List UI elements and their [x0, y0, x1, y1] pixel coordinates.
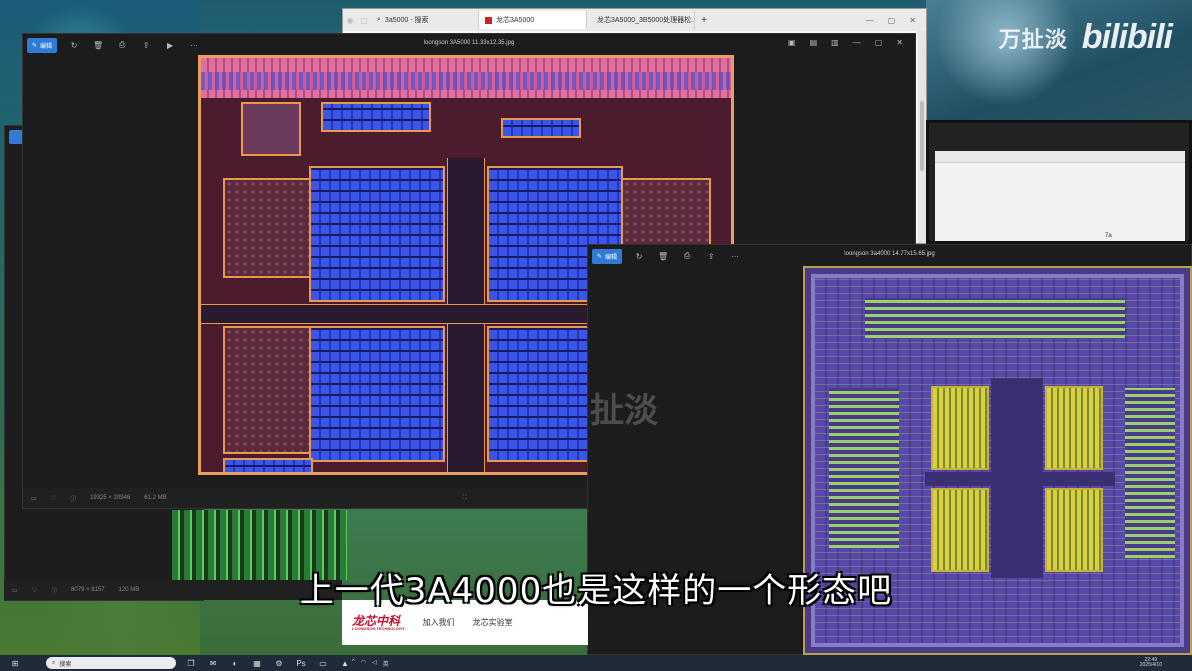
folder-icon[interactable]: ▥ [831, 38, 839, 47]
edge-icon[interactable]: ◐ [228, 657, 242, 669]
join-us-link[interactable]: 加入我们 [423, 617, 455, 628]
volume-icon[interactable]: ◁ [372, 659, 377, 668]
maximize-icon[interactable]: ▢ [888, 16, 896, 25]
tab-actions-icon[interactable]: ▢ [357, 13, 371, 27]
photos-icon[interactable]: ▲ [338, 657, 352, 669]
delete-icon[interactable]: 🗑 [656, 249, 670, 263]
system-tray: ^ ◠ ◁ 英 [352, 659, 389, 668]
info-icon[interactable]: ⓘ [70, 494, 76, 503]
album-icon[interactable]: ▣ [788, 38, 796, 47]
rotate-icon[interactable]: ↻ [67, 38, 81, 52]
wifi-icon[interactable]: ◠ [361, 659, 366, 668]
tab-label: 3a5000 - 搜索 [384, 17, 429, 24]
input-language[interactable]: 英 [383, 659, 389, 668]
uploader-name: 万扯淡 [998, 26, 1068, 52]
clock-date: 2025/4/10 [1139, 662, 1162, 668]
tab-label: 龙芯3A5000_3B5000处理器松... [597, 17, 695, 24]
address-text: 7a [1105, 233, 1112, 239]
browser-tab-strip: ◉ ▢ ⌕ 3a5000 - 搜索 龙芯3A5000 龙芯3A5000_3B50… [343, 9, 926, 31]
maximize-icon[interactable]: ▢ [875, 38, 883, 47]
viewer-title: loongson 3A5000 11.33x12.35.jpg [423, 40, 515, 46]
edit-button[interactable]: ✎ 编辑 [592, 248, 623, 264]
image-dimensions: 19325 × 20946 [90, 495, 131, 501]
tab-loongson[interactable]: 龙芯3A5000 [479, 11, 587, 29]
share-icon[interactable]: ⇪ [704, 249, 718, 263]
file-explorer-icon[interactable]: ▭ [316, 657, 330, 669]
nested-window-content: 7a [935, 151, 1185, 241]
viewer-status-bar: ▭ ♡ ⓘ 19325 × 20946 61.2 MB ⛶ [23, 488, 587, 508]
edit-label: 编辑 [605, 254, 618, 261]
nested-window[interactable]: 7a [926, 120, 1192, 244]
more-icon[interactable]: ··· [728, 249, 742, 263]
search-icon: ⌕ [377, 16, 381, 23]
fit-icon[interactable]: ⛶ [463, 495, 467, 502]
bilibili-logo: bilibili [1081, 18, 1173, 56]
image-size: 61.2 MB [144, 495, 167, 501]
watermark-faint: 扯淡 [590, 392, 658, 430]
taskbar-search[interactable]: ⌕ 搜索 [46, 657, 176, 669]
edit-icon[interactable] [9, 130, 23, 144]
store-icon[interactable]: ▦ [250, 657, 264, 669]
slideshow-icon[interactable]: ▶ [163, 38, 177, 52]
video-subtitle: 上一代3A4000也是这样的一个形态吧 [299, 571, 893, 611]
close-icon[interactable]: ✕ [909, 16, 916, 25]
viewer-title: loongson 3a4000 14.77x15.65.jpg [844, 251, 935, 257]
search-placeholder: 搜索 [59, 661, 72, 668]
edit-icon: ✎ [32, 42, 38, 49]
lab-link[interactable]: 龙芯实验室 [473, 617, 513, 628]
delete-icon[interactable]: 🗑 [91, 38, 105, 52]
rotate-icon[interactable]: ↻ [632, 249, 646, 263]
video-watermark: 万扯淡 bilibili [998, 18, 1173, 57]
scrollbar[interactable] [918, 31, 926, 243]
search-icon: ⌕ [52, 659, 56, 666]
print-icon[interactable]: ⎙ [115, 38, 129, 52]
tab-search[interactable]: ⌕ 3a5000 - 搜索 [371, 11, 479, 29]
minimize-icon[interactable]: — [866, 16, 874, 25]
edit-icon: ✎ [597, 253, 603, 260]
display-icon[interactable]: ▭ [31, 495, 37, 502]
favicon-icon [485, 16, 492, 24]
start-icon[interactable]: ⊞ [8, 657, 22, 669]
collection-icon[interactable]: ▤ [810, 38, 818, 47]
tab-label: 龙芯3A5000 [496, 17, 535, 24]
settings-icon[interactable]: ⚙ [272, 657, 286, 669]
close-icon[interactable]: ✕ [896, 38, 903, 47]
heart-icon[interactable]: ♡ [51, 495, 56, 502]
taskbar: ⊞ ⌕ 搜索 ❐ ✉ ◐ ▦ ⚙ Ps ▭ ▲ ^ ◠ ◁ 英 22:49 20… [0, 655, 1192, 671]
chevron-up-icon[interactable]: ^ [352, 659, 355, 668]
profile-icon[interactable]: ◉ [343, 13, 357, 27]
clock[interactable]: 22:49 2025/4/10 [1139, 657, 1162, 669]
tab-loongson-doc[interactable]: 龙芯3A5000_3B5000处理器松... [587, 11, 695, 29]
edit-label: 编辑 [40, 43, 53, 50]
outlook-icon[interactable]: ✉ [206, 657, 220, 669]
new-tab-button[interactable]: + [695, 15, 713, 26]
share-icon[interactable]: ⇪ [139, 38, 153, 52]
task-view-icon[interactable]: ❐ [184, 657, 198, 669]
more-icon[interactable]: ··· [187, 38, 201, 52]
print-icon[interactable]: ⎙ [680, 249, 694, 263]
photoshop-icon[interactable]: Ps [294, 657, 308, 669]
loongson-logo[interactable]: 龙芯中科 LOONGSON TECHNOLOGY [352, 615, 405, 631]
edit-button[interactable]: ✎ 编辑 [27, 37, 58, 53]
minimize-icon[interactable]: — [853, 38, 861, 47]
